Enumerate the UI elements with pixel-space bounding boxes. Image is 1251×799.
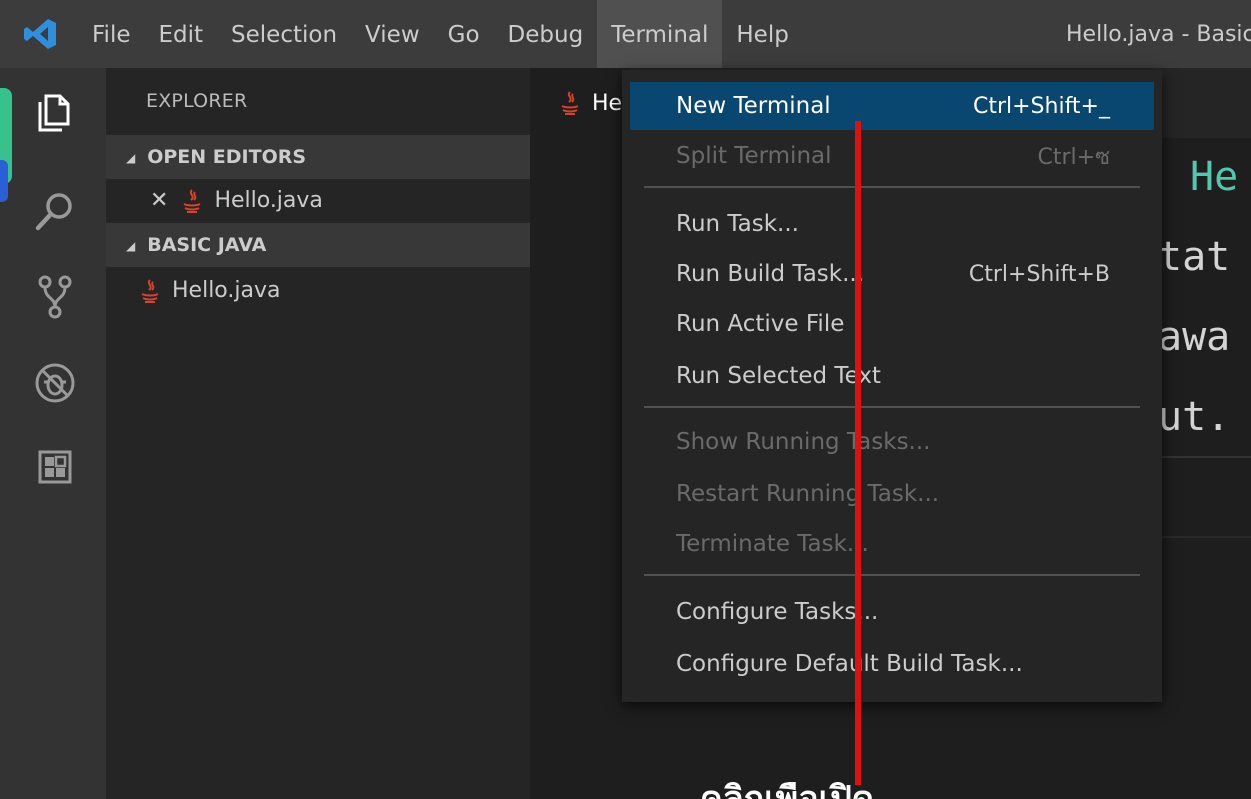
explorer-icon[interactable] — [32, 88, 78, 134]
file-tree-item[interactable]: Hello.java — [138, 269, 280, 313]
collapse-triangle-icon: ◢ — [126, 150, 136, 165]
editor-line-divider — [1150, 456, 1251, 458]
menu-item-run-active-file[interactable]: Run Active File — [630, 300, 1154, 348]
menu-item-run-selected-text[interactable]: Run Selected Text — [630, 352, 1154, 400]
menu-selection[interactable]: Selection — [217, 0, 351, 68]
menu-bar: File Edit Selection View Go Debug Terminal Help — [78, 0, 803, 68]
open-editors-header[interactable]: ◢ OPEN EDITORS — [106, 135, 530, 179]
editor-tab-label: He — [592, 90, 623, 116]
menu-item-label: New Terminal — [676, 93, 831, 119]
extensions-icon[interactable] — [32, 444, 78, 490]
basic-java-header[interactable]: ◢ BASIC JAVA — [106, 223, 530, 267]
code-fragment[interactable]: tat — [1158, 234, 1230, 280]
menu-item-split-terminal: Split Terminal Ctrl+ซ — [630, 132, 1154, 180]
collapse-triangle-icon: ◢ — [126, 238, 136, 253]
java-file-icon — [561, 91, 579, 115]
activity-accent-decoration-secondary — [0, 160, 8, 202]
annotation-arrow-line — [855, 121, 861, 785]
code-fragment[interactable]: He — [1190, 154, 1238, 200]
file-tree-filename: Hello.java — [172, 278, 281, 303]
menu-item-shortcut: Ctrl+Shift+B — [968, 261, 1110, 287]
project-header-label: BASIC JAVA — [147, 234, 267, 256]
menu-item-label: Run Selected Text — [676, 363, 881, 389]
editor-tab[interactable]: He — [530, 68, 630, 138]
menu-item-restart-running-task: Restart Running Task... — [630, 470, 1154, 518]
menu-item-label: Run Build Task... — [676, 261, 865, 287]
editor-line-divider — [1150, 536, 1251, 538]
menu-item-label: Split Terminal — [676, 143, 832, 169]
menu-edit[interactable]: Edit — [145, 0, 218, 68]
open-editor-filename: Hello.java — [214, 188, 323, 213]
menu-terminal[interactable]: Terminal — [597, 0, 723, 68]
source-control-icon[interactable] — [32, 273, 78, 319]
menu-item-configure-default-build-task[interactable]: Configure Default Build Task... — [630, 640, 1154, 688]
menu-item-label: Configure Default Build Task... — [676, 651, 1023, 677]
title-bar: File Edit Selection View Go Debug Terminal Help… — [0, 0, 1251, 68]
menu-debug[interactable]: Debug — [494, 0, 598, 68]
terminal-menu-dropdown: New Terminal Ctrl+Shift+_ Split Terminal Ct… — [622, 70, 1162, 702]
java-file-icon — [141, 279, 159, 303]
menu-separator — [644, 574, 1140, 576]
search-icon[interactable] — [32, 188, 78, 234]
activity-bar — [0, 68, 106, 799]
menu-separator — [644, 186, 1140, 188]
menu-separator — [644, 406, 1140, 408]
open-editors-header-label: OPEN EDITORS — [147, 146, 307, 168]
open-editor-item[interactable]: ✕ Hello.java — [150, 179, 323, 223]
annotation-text: คลิกเพื่อเปิด Terminal — [700, 782, 1020, 799]
menu-item-label: Configure Tasks... — [676, 599, 879, 625]
menu-view[interactable]: View — [351, 0, 434, 68]
debug-icon[interactable] — [32, 360, 78, 406]
menu-item-configure-tasks[interactable]: Configure Tasks... — [630, 588, 1154, 636]
menu-item-label: Terminate Task... — [676, 531, 869, 557]
sidebar-title: EXPLORER — [146, 90, 248, 112]
menu-item-shortcut: Ctrl+ซ — [1037, 144, 1110, 170]
menu-item-label: Show Running Tasks... — [676, 429, 931, 455]
menu-item-shortcut: Ctrl+Shift+_ — [972, 93, 1110, 119]
menu-item-new-terminal[interactable]: New Terminal Ctrl+Shift+_ — [630, 82, 1154, 130]
menu-item-label: Run Task... — [676, 211, 799, 237]
code-fragment[interactable]: awa — [1158, 314, 1230, 360]
vscode-logo-icon — [24, 19, 56, 49]
menu-item-label: Restart Running Task... — [676, 481, 940, 507]
menu-item-label: Run Active File — [676, 311, 845, 337]
menu-item-show-running-tasks: Show Running Tasks... — [630, 418, 1154, 466]
window-title: Hello.java - Basic — [1066, 22, 1251, 47]
menu-go[interactable]: Go — [434, 0, 494, 68]
menu-item-run-build-task[interactable]: Run Build Task... Ctrl+Shift+B — [630, 250, 1154, 298]
java-file-icon — [183, 189, 201, 213]
menu-item-run-task[interactable]: Run Task... — [630, 200, 1154, 248]
menu-file[interactable]: File — [78, 0, 145, 68]
explorer-sidebar: EXPLORER ◢ OPEN EDITORS ✕ Hello.java ◢ BAS… — [106, 68, 530, 799]
menu-help[interactable]: Help — [722, 0, 802, 68]
close-icon[interactable]: ✕ — [150, 179, 168, 223]
code-fragment[interactable]: ut. — [1158, 394, 1230, 440]
menu-item-terminate-task: Terminate Task... — [630, 520, 1154, 568]
